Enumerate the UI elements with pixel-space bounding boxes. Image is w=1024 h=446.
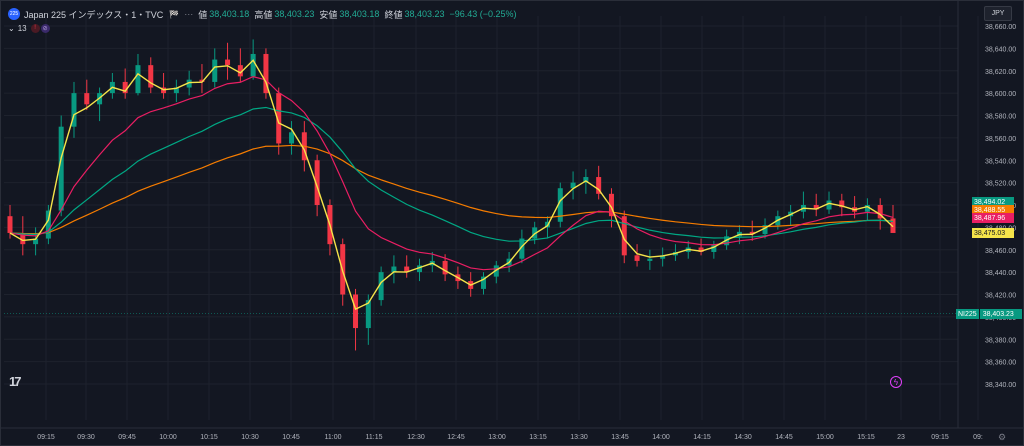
currency-button[interactable]: JPY xyxy=(984,6,1012,21)
x-tick-label: 12:45 xyxy=(447,434,465,441)
y-tick-label: 38,660.00 xyxy=(985,24,1016,31)
close-value: 38,403.23 xyxy=(404,9,445,19)
more-icon[interactable]: ⋯ xyxy=(184,9,194,20)
candle-body xyxy=(7,216,13,233)
high-value: 38,403.23 xyxy=(274,9,315,19)
candle-body xyxy=(225,59,231,66)
indicators-count[interactable]: 13 xyxy=(18,24,27,33)
high-label: 高値 xyxy=(254,9,273,20)
hidden-icon[interactable]: ⊘ xyxy=(40,23,50,33)
candle-body xyxy=(353,294,359,329)
close-label: 終値 xyxy=(384,9,403,20)
last-price-tag: NI225 38,403.23 xyxy=(956,309,1022,319)
open-label: 値 xyxy=(198,9,208,20)
candle-body xyxy=(84,93,90,105)
y-tick-label: 38,640.00 xyxy=(985,46,1016,53)
candle-body xyxy=(289,132,295,144)
x-tick-label: 09:15 xyxy=(37,434,55,441)
x-tick-label: 15:00 xyxy=(816,434,834,441)
x-tick-label: 11:00 xyxy=(325,434,342,441)
chevron-down-icon[interactable]: ⌄ xyxy=(8,24,15,33)
x-tick-label: 10:15 xyxy=(200,434,218,441)
x-tick-label: 15:15 xyxy=(857,434,875,441)
candle-body xyxy=(826,200,832,210)
gear-icon[interactable]: ⚙ xyxy=(998,432,1006,443)
y-tick-label: 38,600.00 xyxy=(985,91,1016,98)
price-tag: 38,487.96 xyxy=(972,213,1014,223)
x-tick-label: 14:30 xyxy=(734,434,752,441)
x-tick-label: 13:15 xyxy=(529,434,547,441)
y-tick-label: 38,440.00 xyxy=(985,270,1016,277)
tradingview-logo[interactable]: 17 xyxy=(9,374,22,389)
y-tick-label: 38,340.00 xyxy=(985,382,1016,389)
y-tick-label: 38,620.00 xyxy=(985,69,1016,76)
low-label: 安値 xyxy=(319,9,338,20)
y-tick-label: 38,540.00 xyxy=(985,158,1016,165)
symbol-title[interactable]: Japan 225 インデックス・1・TVC xyxy=(24,8,163,21)
open-value: 38,403.18 xyxy=(209,9,250,19)
x-tick-label: 10:45 xyxy=(282,434,300,441)
price-tag: 38,475.03 xyxy=(972,228,1014,238)
y-tick-label: 38,520.00 xyxy=(985,181,1016,188)
candle-body xyxy=(135,65,141,94)
x-tick-label: 09:30 xyxy=(77,434,95,441)
x-tick-label: 23 xyxy=(897,434,905,441)
x-tick-label: 13:30 xyxy=(570,434,588,441)
y-tick-label: 38,580.00 xyxy=(985,114,1016,121)
x-tick-label: 13:00 xyxy=(488,434,506,441)
change-value: −96.43 (−0.25%) xyxy=(449,9,517,19)
y-tick-label: 38,460.00 xyxy=(985,248,1016,255)
candle-body xyxy=(634,255,640,261)
y-tick-label: 38,560.00 xyxy=(985,136,1016,143)
y-tick-label: 38,360.00 xyxy=(985,360,1016,367)
warning-icon[interactable]: ! xyxy=(30,23,40,33)
x-tick-label: 13:45 xyxy=(611,434,629,441)
symbol-badge[interactable]: 225 xyxy=(8,8,20,20)
x-tick-label: 14:15 xyxy=(693,434,711,441)
candle-body xyxy=(647,258,653,261)
x-tick-label: 09:45 xyxy=(118,434,136,441)
legend-header: 225 Japan 225 インデックス・1・TVC 🏁 ⋯ 値 38,403.… xyxy=(8,7,522,21)
x-tick-label: 10:30 xyxy=(241,434,259,441)
y-tick-label: 38,380.00 xyxy=(985,337,1016,344)
flag-icon[interactable]: 🏁 xyxy=(169,10,179,19)
ema-slow-line xyxy=(9,106,894,242)
x-tick-label: 11:15 xyxy=(366,434,383,441)
x-tick-label: 14:00 xyxy=(652,434,670,441)
price-chart[interactable]: 38,660.00 38,640.00 38,620.00 38,600.00 38,5… xyxy=(0,0,1024,446)
y-tick-label: 38,420.00 xyxy=(985,293,1016,300)
candle-body xyxy=(250,53,256,77)
bolt-icon[interactable]: ϟ xyxy=(890,376,902,388)
ema-mid-line xyxy=(9,75,894,271)
x-tick-label: 12:30 xyxy=(407,434,425,441)
candle-body xyxy=(212,59,218,82)
x-tick-label: 09:15 xyxy=(931,434,949,441)
low-value: 38,403.18 xyxy=(339,9,380,19)
x-tick-label: 09: xyxy=(973,434,983,441)
last-price-symbol: NI225 xyxy=(956,309,979,319)
indicators-row: ⌄ 13 ! ⊘ xyxy=(8,22,50,34)
x-tick-label: 10:00 xyxy=(159,434,177,441)
last-price-value: 38,403.23 xyxy=(979,309,1022,319)
x-tick-label: 14:45 xyxy=(775,434,793,441)
